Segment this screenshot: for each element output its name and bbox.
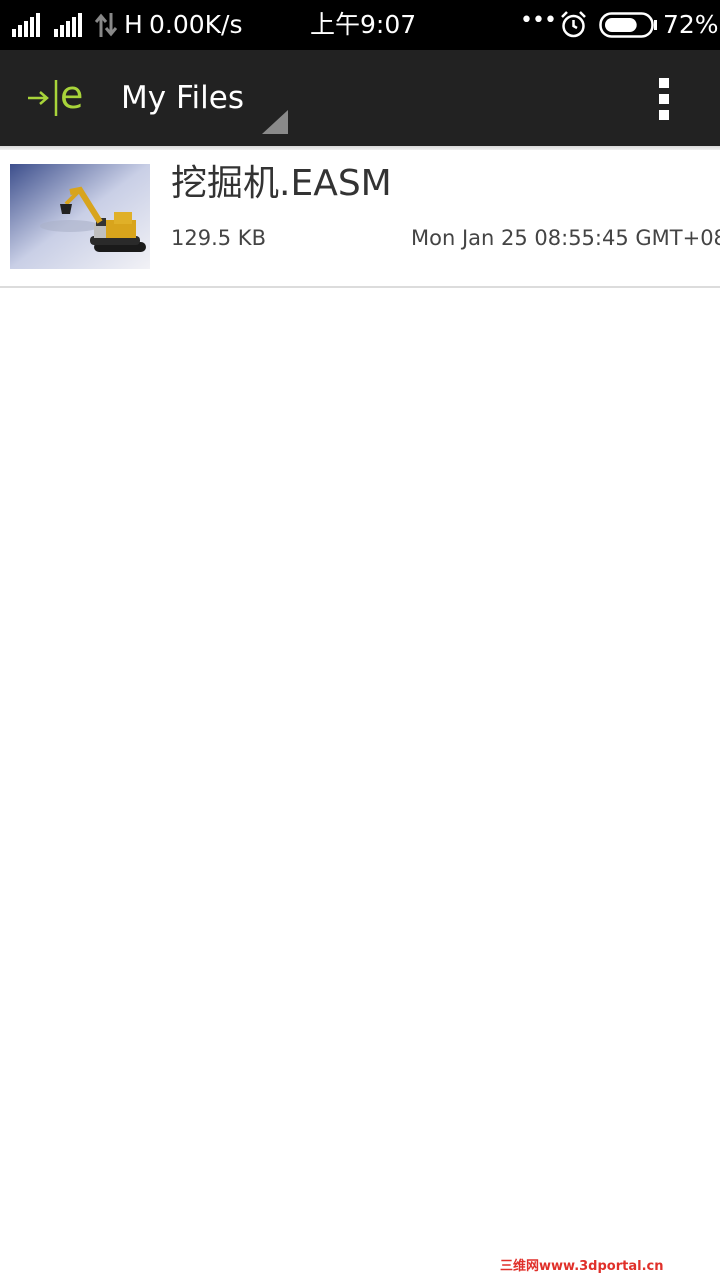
excavator-thumbnail [10,164,150,269]
network-speed: 0.00K/s [149,10,243,39]
action-bar: e My Files [0,50,720,146]
app-logo[interactable]: e [26,73,88,118]
file-name: 挖掘机.EASM [171,163,392,204]
logo-letter: e [60,73,84,117]
list-divider [0,286,720,288]
signal-1-icon [12,13,40,37]
overflow-menu-button[interactable] [646,74,682,124]
data-arrows-icon [95,13,117,37]
page-title[interactable]: My Files [121,78,244,118]
arrow-into-line-icon [28,80,58,116]
battery-icon [599,12,657,38]
file-list-item[interactable]: 挖掘机.EASM 129.5 KB Mon Jan 25 08:55:45 GM… [0,150,720,286]
file-size: 129.5 KB [171,226,266,250]
spinner-triangle-icon[interactable] [262,110,288,134]
file-date: Mon Jan 25 08:55:45 GMT+08 [411,226,720,250]
more-notifications-icon: ••• [520,8,557,33]
alarm-icon [561,11,586,38]
signal-2-icon [54,13,82,37]
status-bar: H 0.00K/s 上午9:07 ••• 72% [0,0,720,50]
overflow-menu-dot [659,94,669,104]
network-type: H [124,10,143,39]
battery-percent: 72% [663,10,719,39]
overflow-menu-icon [659,78,669,88]
overflow-menu-dot [659,110,669,120]
battery-fill [605,18,637,32]
watermark: 三维网www.3dportal.cn [500,1259,664,1274]
status-time: 上午9:07 [310,10,417,39]
